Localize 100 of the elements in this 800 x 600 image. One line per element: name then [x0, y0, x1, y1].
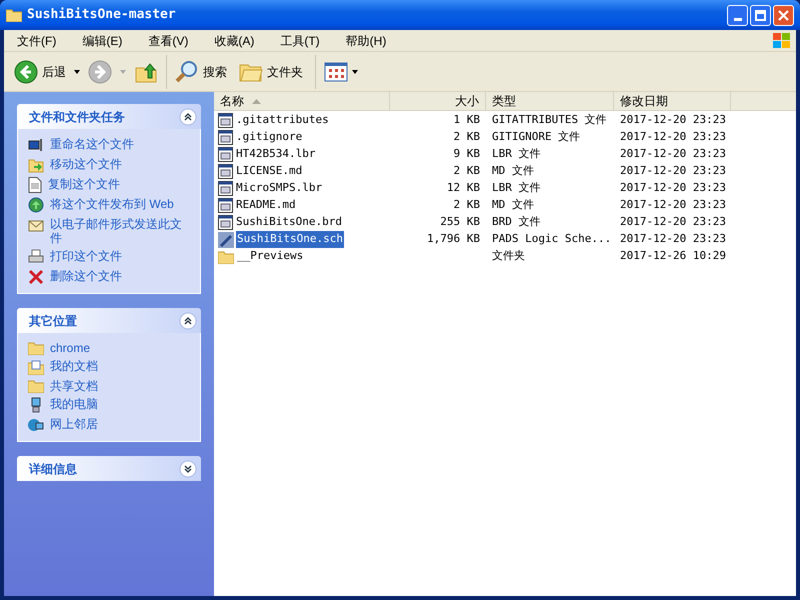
panel-header[interactable]: 其它位置	[17, 308, 201, 333]
modified-date: 2017-12-20 23:23	[620, 198, 726, 212]
panel-link[interactable]: chrome	[50, 341, 190, 355]
search-icon	[175, 60, 199, 84]
folder-icon	[218, 250, 234, 264]
panel-link[interactable]: 共享文档	[50, 379, 190, 393]
windows-logo-icon	[772, 32, 792, 50]
file-size: 255 KB	[440, 214, 480, 230]
minimize-icon	[734, 18, 742, 20]
panel-title: 详细信息	[29, 460, 77, 478]
file-type: LBR 文件	[492, 181, 540, 194]
menu-item[interactable]: 编辑(E)	[75, 32, 130, 50]
file-type: BRD 文件	[492, 215, 540, 228]
file-type: MD 文件	[492, 164, 534, 178]
panel-title: 文件和文件夹任务	[29, 108, 125, 126]
file-size: 2 KB	[454, 197, 480, 214]
modified-date: 2017-12-20 23:23	[620, 181, 726, 194]
minimize-button[interactable]	[727, 4, 748, 26]
file-icon	[218, 113, 233, 128]
panel-link[interactable]: 删除这个文件	[50, 269, 190, 283]
dropdown-caret-icon	[74, 70, 80, 74]
file-name[interactable]: .gitignore	[235, 129, 304, 146]
file-name[interactable]: __Previews	[236, 248, 304, 265]
rename-icon	[28, 137, 44, 153]
file-type: 文件夹	[492, 249, 525, 262]
column-header[interactable]: 修改日期	[614, 92, 731, 110]
close-button[interactable]	[773, 4, 794, 26]
panel-header[interactable]: 文件和文件夹任务	[17, 104, 201, 129]
file-type: MD 文件	[492, 198, 534, 212]
maximize-icon	[755, 10, 766, 20]
file-name[interactable]: SushiBitsOne.brd	[235, 214, 343, 231]
document-icon	[28, 177, 42, 193]
panel-link[interactable]: 移动这个文件	[50, 157, 190, 171]
file-icon	[218, 130, 233, 145]
window-title: SushiBitsOne-master	[27, 6, 176, 24]
file-type: GITIGNORE 文件	[492, 130, 580, 144]
file-icon	[218, 198, 233, 213]
modified-date: 2017-12-26 10:29	[620, 249, 726, 262]
menu-item[interactable]: 收藏(A)	[207, 32, 262, 50]
printer-icon	[28, 249, 44, 265]
file-name[interactable]: README.md	[235, 197, 297, 214]
panel-title: 其它位置	[29, 312, 77, 330]
folder-icon	[6, 8, 22, 22]
modified-date: 2017-12-20 23:23	[620, 130, 726, 144]
file-size: 2 KB	[454, 129, 480, 146]
modified-date: 2017-12-20 23:23	[620, 147, 726, 160]
file-size: 9 KB	[454, 146, 480, 162]
file-type: LBR 文件	[492, 147, 540, 160]
modified-date: 2017-12-20 23:23	[620, 215, 726, 228]
panel-link[interactable]: 我的电脑	[50, 397, 190, 411]
move-icon	[28, 157, 44, 173]
collapse-icon[interactable]	[179, 312, 197, 330]
file-name[interactable]: MicroSMPS.lbr	[235, 180, 324, 197]
panel-header[interactable]: 详细信息	[17, 456, 201, 481]
panel-link[interactable]: 网上邻居	[50, 417, 190, 431]
dropdown-caret-icon	[352, 70, 358, 74]
file-name[interactable]: LICENSE.md	[235, 163, 304, 180]
menu-item[interactable]: 工具(T)	[273, 32, 327, 50]
delete-icon	[28, 269, 44, 285]
file-icon	[218, 181, 233, 196]
column-header[interactable]: 大小	[390, 92, 486, 110]
folder-icon	[28, 341, 44, 355]
file-name[interactable]: HT42B534.lbr	[235, 146, 316, 163]
close-icon	[778, 10, 789, 20]
file-icon	[218, 164, 233, 179]
menu-item[interactable]: 查看(V)	[141, 32, 196, 50]
maximize-button[interactable]	[750, 4, 771, 26]
modified-date: 2017-12-20 23:23	[620, 164, 726, 178]
file-type: PADS Logic Sche...	[492, 232, 612, 246]
file-icon	[218, 147, 233, 162]
panel-link[interactable]: 将这个文件发布到 Web	[50, 197, 190, 211]
column-header[interactable]: 名称	[214, 92, 390, 110]
folders-button[interactable]: 文件夹	[235, 54, 307, 88]
collapse-icon[interactable]	[179, 108, 197, 126]
panel-link[interactable]: 我的文档	[50, 359, 190, 373]
panel-link[interactable]: 复制这个文件	[48, 177, 188, 191]
documents-folder-icon	[28, 359, 44, 375]
modified-date: 2017-12-20 23:23	[620, 232, 726, 246]
file-size: 1 KB	[454, 112, 480, 128]
folder-icon	[28, 379, 44, 393]
file-type: GITATTRIBUTES 文件	[492, 113, 607, 126]
file-size: 1,796 KB	[427, 231, 480, 248]
globe-icon	[28, 197, 44, 213]
file-size: 2 KB	[454, 163, 480, 180]
menu-item[interactable]: 帮助(H)	[338, 32, 394, 50]
column-header[interactable]: 类型	[486, 92, 614, 110]
expand-icon[interactable]	[179, 460, 197, 478]
panel-link[interactable]: 重命名这个文件	[50, 137, 190, 151]
dropdown-caret-icon	[120, 70, 126, 74]
panel-link[interactable]: 打印这个文件	[50, 249, 190, 263]
file-name[interactable]: SushiBitsOne.sch	[236, 231, 344, 248]
search-button[interactable]: 搜索	[166, 54, 231, 88]
file-name[interactable]: .gitattributes	[235, 112, 330, 129]
menu-item[interactable]: 文件(F)	[10, 32, 64, 50]
back-button[interactable]: 后退	[10, 54, 84, 88]
file-size: 12 KB	[446, 180, 480, 196]
network-icon	[28, 417, 44, 433]
panel-link[interactable]: 以电子邮件形式发送此文件	[50, 217, 190, 245]
views-icon	[324, 62, 348, 82]
modified-date: 2017-12-20 23:23	[620, 113, 726, 126]
